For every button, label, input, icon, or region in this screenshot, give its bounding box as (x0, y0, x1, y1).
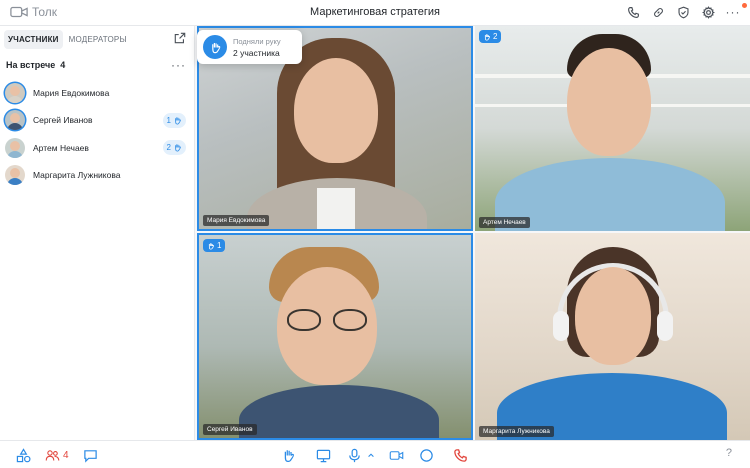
popup-title: Подняли руку (233, 36, 281, 46)
participant-name-tag: Маргарита Лужникова (479, 426, 554, 437)
people-icon (45, 449, 60, 461)
hand-icon (208, 242, 215, 250)
raised-hand-tag: 2 (479, 30, 502, 43)
microphone-options-button[interactable] (367, 447, 375, 463)
avatar (5, 82, 25, 103)
participant-list: Мария Евдокимова Сергей Иванов 1 Артем Н… (5, 79, 188, 189)
participant-name: Артем Нечаев (33, 142, 89, 153)
participants-count: 4 (63, 449, 69, 461)
screen-share-button[interactable] (316, 447, 331, 463)
record-button[interactable] (419, 447, 434, 463)
chat-button[interactable] (83, 447, 98, 463)
video-tile[interactable]: Маргарита Лужникова (475, 233, 750, 440)
hand-icon (484, 33, 491, 41)
chevron-up-icon (368, 453, 374, 457)
gear-icon[interactable] (701, 5, 715, 19)
monitor-icon (316, 449, 331, 462)
hang-up-button[interactable] (453, 447, 468, 463)
participant-name-tag: Мария Евдокимова (203, 215, 270, 226)
raised-hands-popup[interactable]: Подняли руку 2 участника (197, 30, 302, 64)
hand-icon (175, 116, 181, 124)
meeting-summary: На встрече 4 ··· (6, 58, 186, 72)
popup-subtitle: 2 участника (233, 47, 280, 58)
raised-hand-tag: 1 (203, 239, 226, 252)
participant-name-tag: Артем Нечаев (479, 217, 530, 228)
microphone-button[interactable] (347, 447, 362, 463)
app-brand[interactable]: Толк (10, 5, 57, 19)
hand-icon (175, 144, 181, 152)
participants-panel: УЧАСТНИКИ МОДЕРАТОРЫ На встрече 4 ··· Ма… (0, 26, 195, 440)
hand-icon (203, 35, 227, 59)
phone-icon[interactable] (626, 5, 640, 19)
avatar (5, 165, 25, 186)
help-button[interactable]: ? (726, 447, 732, 459)
external-link-icon[interactable] (174, 32, 186, 44)
list-item[interactable]: Артем Нечаев 2 (5, 134, 188, 162)
tab-moderators[interactable]: МОДЕРАТОРЫ (65, 30, 131, 49)
video-camera-icon (10, 6, 28, 18)
shield-icon[interactable] (676, 5, 690, 19)
video-tile[interactable]: 1 Сергей Иванов (197, 233, 473, 440)
more-icon[interactable]: ··· (726, 5, 740, 19)
status-dot (742, 3, 747, 8)
avatar (5, 110, 25, 131)
video-camera-icon (389, 450, 404, 460)
hand-icon (284, 449, 295, 462)
shapes-button[interactable] (16, 447, 31, 463)
more-icon[interactable]: ··· (171, 58, 186, 72)
avatar (5, 137, 25, 158)
link-icon[interactable] (651, 5, 665, 19)
meeting-label: На встрече (6, 60, 56, 70)
app-name: Толк (32, 5, 58, 19)
chat-icon (84, 449, 97, 463)
record-icon (420, 448, 433, 462)
participants-button[interactable]: 4 (45, 447, 69, 463)
participant-video (475, 26, 750, 231)
participant-video (199, 235, 471, 438)
camera-button[interactable] (389, 447, 404, 463)
raised-hand-badge: 2 (162, 140, 186, 155)
video-tile[interactable]: 2 Артем Нечаев (475, 26, 750, 231)
list-item[interactable]: Мария Евдокимова (5, 79, 188, 107)
top-bar: Толк Маркетинговая стратегия ··· (0, 0, 750, 26)
bottom-toolbar: 4 ? (0, 440, 750, 468)
list-item[interactable]: Маргарита Лужникова (5, 162, 188, 190)
raise-hand-button[interactable] (281, 447, 296, 463)
meeting-count: 4 (60, 60, 66, 70)
participant-name: Сергей Иванов (33, 115, 93, 126)
microphone-icon (349, 448, 360, 462)
participant-name: Мария Евдокимова (33, 87, 110, 98)
participant-video (475, 233, 750, 440)
phone-hangup-icon (454, 448, 467, 462)
tab-participants[interactable]: УЧАСТНИКИ (4, 30, 63, 49)
participant-name-tag: Сергей Иванов (203, 424, 257, 435)
shapes-icon (16, 447, 31, 462)
list-item[interactable]: Сергей Иванов 1 (5, 107, 188, 135)
raised-hand-badge: 1 (162, 112, 186, 128)
participant-name: Маргарита Лужникова (33, 170, 121, 181)
